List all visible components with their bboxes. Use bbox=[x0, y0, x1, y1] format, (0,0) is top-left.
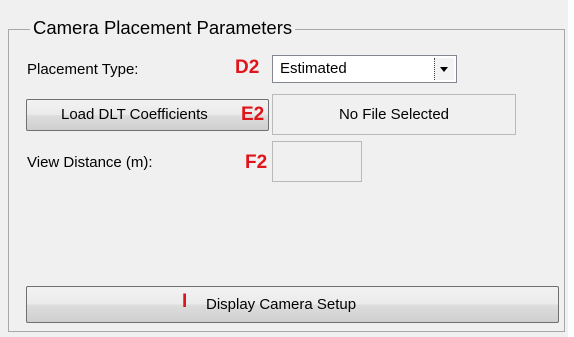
group-title: Camera Placement Parameters bbox=[30, 15, 296, 41]
display-camera-setup-button[interactable]: Display Camera Setup bbox=[26, 286, 559, 323]
annotation-i: I bbox=[182, 291, 188, 312]
placement-type-label: Placement Type: bbox=[27, 61, 139, 78]
placement-type-value: Estimated bbox=[280, 60, 347, 77]
annotation-e2: E2 bbox=[241, 104, 265, 125]
annotation-d2: D2 bbox=[235, 57, 260, 78]
view-distance-label: View Distance (m): bbox=[27, 154, 153, 171]
view-distance-field[interactable] bbox=[272, 141, 362, 182]
chevron-down-icon[interactable] bbox=[434, 58, 454, 80]
load-dlt-button-label: Load DLT Coefficients bbox=[61, 106, 208, 123]
dlt-file-status: No File Selected bbox=[272, 94, 516, 135]
display-camera-setup-label: Display Camera Setup bbox=[206, 296, 357, 313]
annotation-f2: F2 bbox=[245, 152, 268, 173]
placement-type-select[interactable]: Estimated bbox=[272, 55, 457, 83]
load-dlt-button[interactable]: Load DLT Coefficients bbox=[26, 99, 269, 131]
